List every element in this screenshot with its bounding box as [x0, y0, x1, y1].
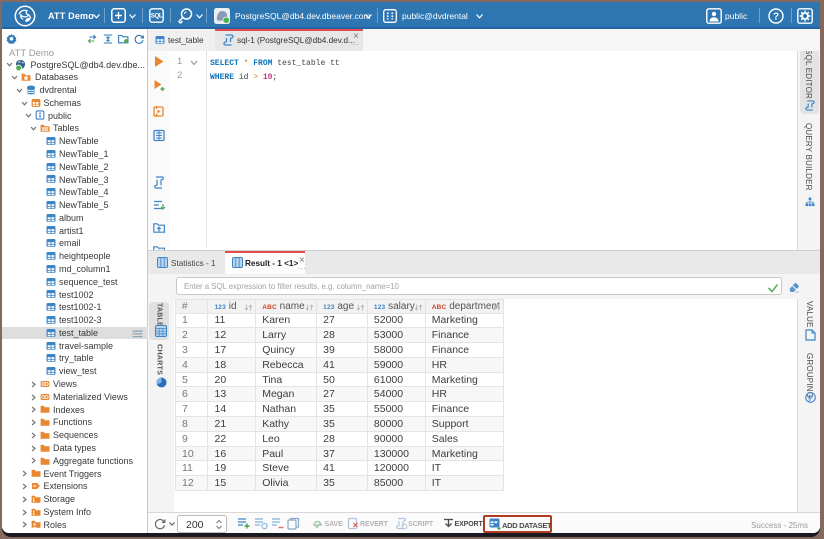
svg-text:SQL: SQL: [151, 13, 163, 20]
svg-text:?: ?: [773, 11, 779, 22]
